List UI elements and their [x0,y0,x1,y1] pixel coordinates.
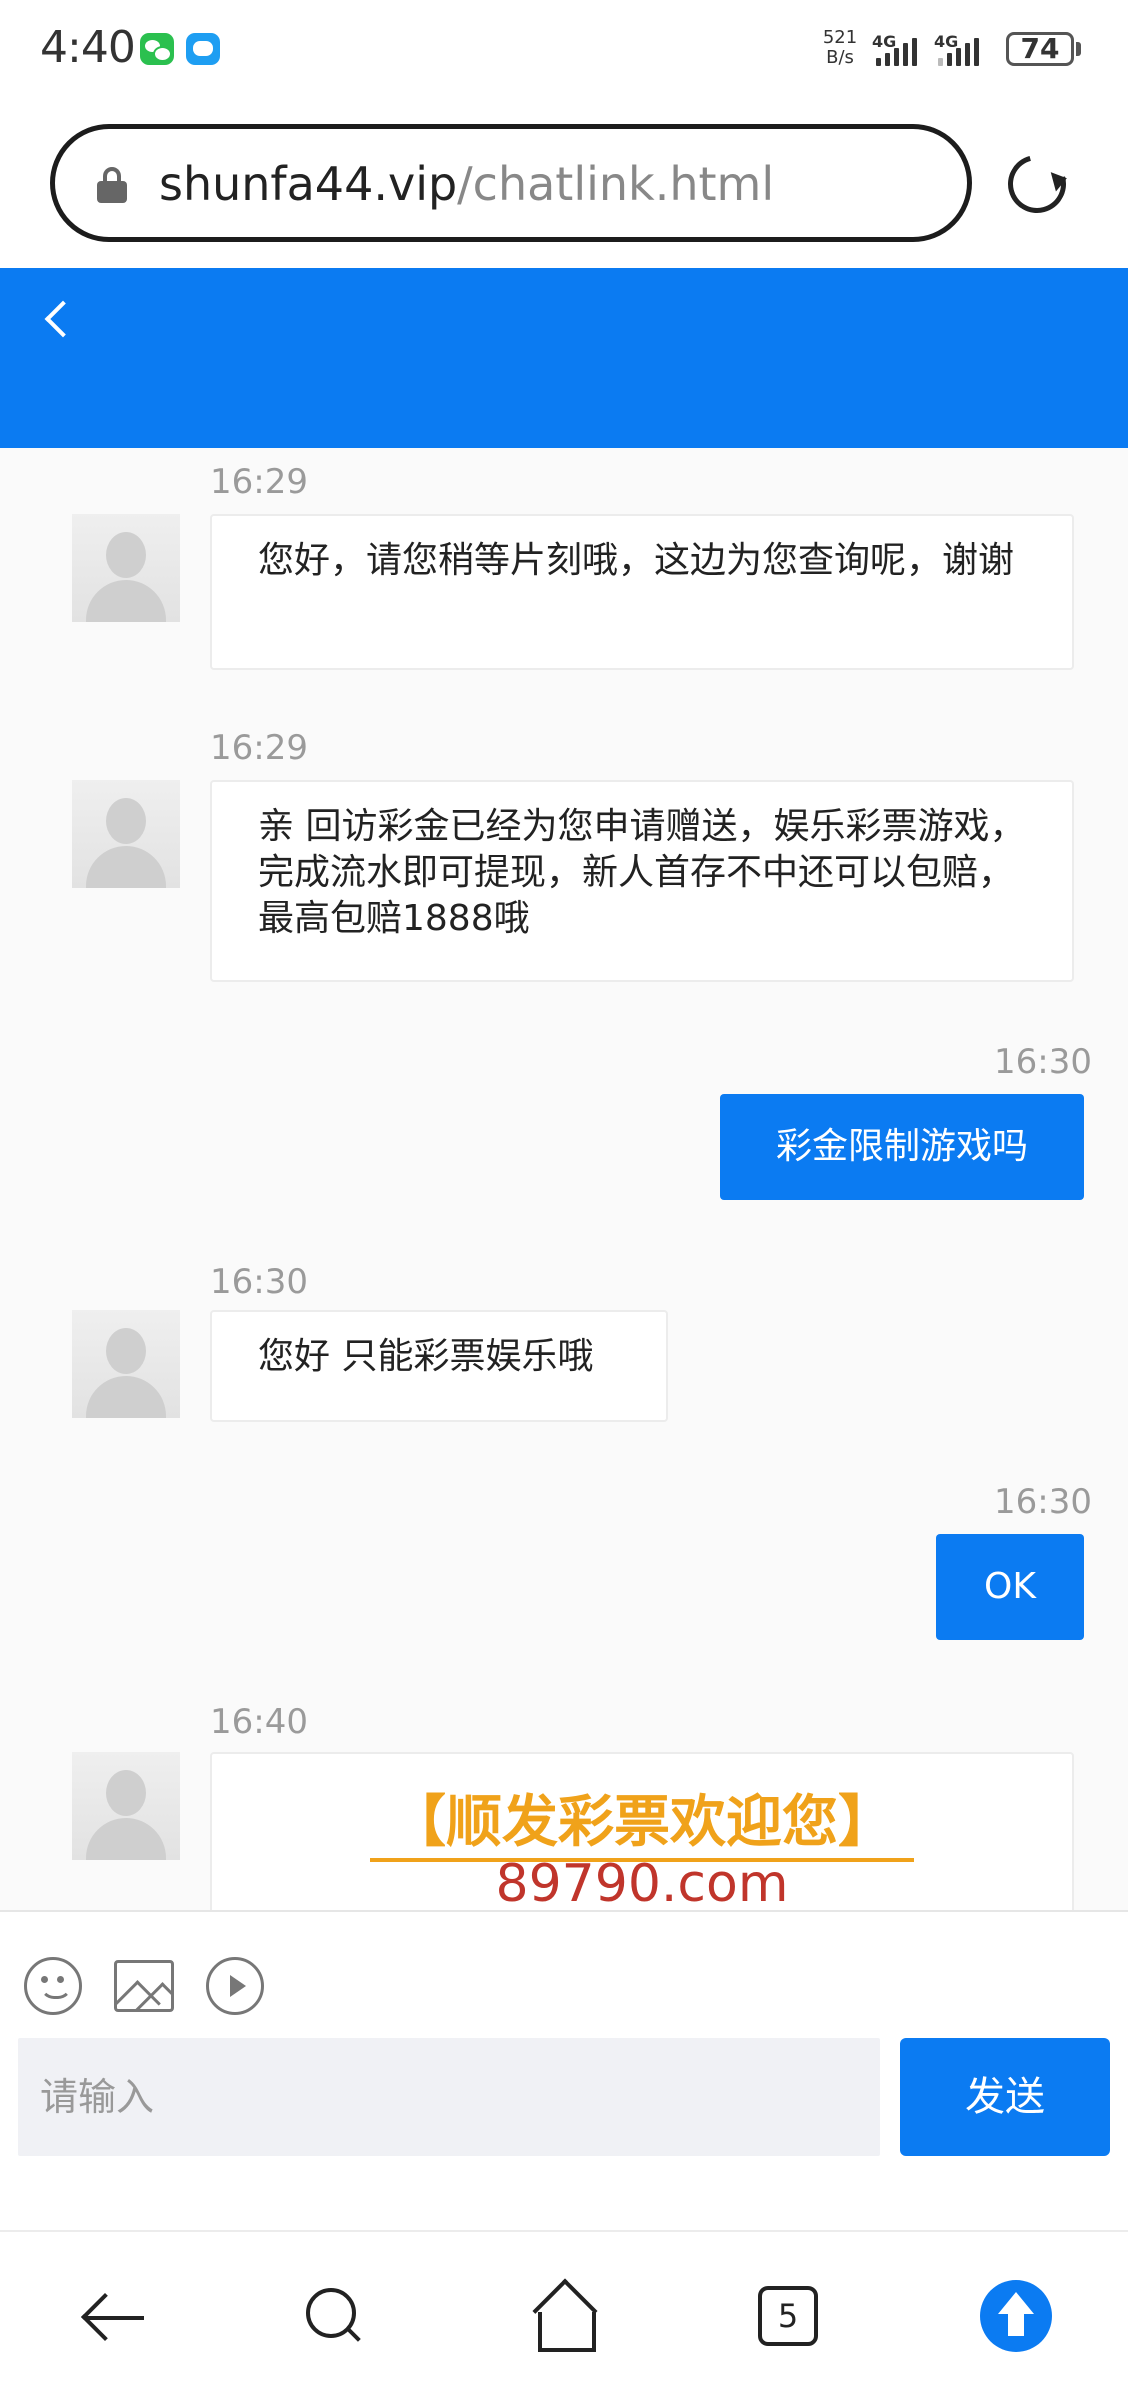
promo-title: 【顺发彩票欢迎您】 [370,1788,914,1862]
network-speed: 521 B/s [822,28,858,68]
url-path: /chatlink.html [457,157,775,211]
message-icon [186,33,220,65]
outgoing-message: OK [936,1534,1084,1640]
avatar [72,1310,180,1418]
image-icon[interactable] [114,1960,174,2012]
outgoing-message: 彩金限制游戏吗 [720,1094,1084,1200]
message-time: 16:29 [210,462,308,502]
search-icon[interactable] [306,2288,362,2344]
tabs-button[interactable]: 5 [758,2286,818,2346]
chat-header [0,268,1128,448]
sim1-signal-icon [876,38,924,66]
message-input[interactable] [18,2038,880,2156]
battery-level: 74 [1020,32,1060,65]
send-button[interactable]: 发送 [900,2038,1110,2156]
network-speed-value: 521 [822,27,858,48]
url-domain: shunfa44.vip [159,157,458,211]
incoming-message: 您好 只能彩票娱乐哦 [210,1310,668,1422]
message-time: 16:30 [994,1042,1092,1082]
video-icon[interactable] [206,1957,264,2015]
message-time: 16:40 [210,1702,308,1742]
battery-icon: 74 [1006,32,1074,66]
home-icon[interactable] [530,2284,596,2352]
screen: 4:40 521 B/s 4G 4G 74 shunfa44.vip/chatl… [0,0,1128,2400]
incoming-message: 您好，请您稍等片刻哦，这边为您查询呢，谢谢 [210,514,1074,670]
emoji-icon[interactable] [24,1957,82,2015]
upload-icon[interactable] [980,2280,1052,2352]
reload-icon[interactable] [997,144,1077,224]
avatar [72,1752,180,1860]
battery-cap [1076,42,1081,56]
url-text[interactable]: shunfa44.vip/chatlink.html [159,157,774,211]
avatar [72,780,180,888]
message-time: 16:30 [210,1262,308,1302]
message-time: 16:29 [210,728,308,768]
clock: 4:40 [40,22,136,73]
message-time: 16:30 [994,1482,1092,1522]
promo-domain[interactable]: 89790.com [370,1854,914,1914]
avatar [72,514,180,622]
back-arrow-icon[interactable] [80,2290,146,2346]
network-speed-unit: B/s [826,47,854,68]
status-bar: 4:40 521 B/s 4G 4G 74 [0,0,1128,100]
incoming-message: 亲 回访彩金已经为您申请赠送，娱乐彩票游戏，完成流水即可提现，新人首存不中还可以… [210,780,1074,982]
sim2-signal-icon [938,38,998,66]
address-bar[interactable]: shunfa44.vip/chatlink.html [50,124,972,242]
lock-icon[interactable] [95,167,129,203]
wechat-icon [140,33,174,65]
